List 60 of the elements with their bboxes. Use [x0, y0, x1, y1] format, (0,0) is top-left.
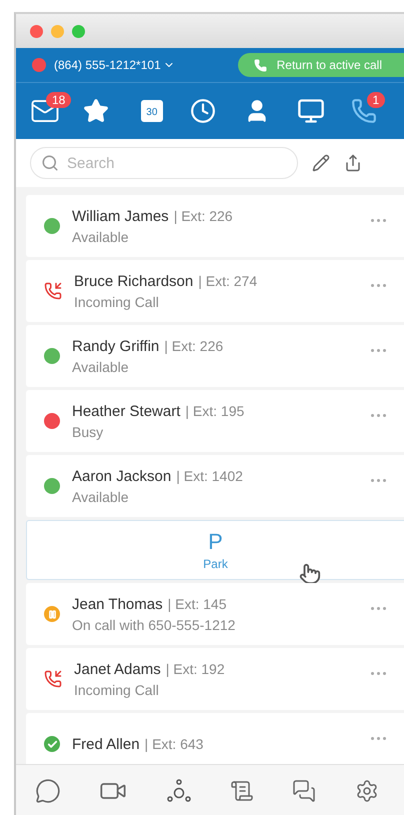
available-status-dot: [44, 478, 60, 494]
count-badge: 1: [366, 92, 386, 108]
extension-text: | Ext: 195: [185, 402, 244, 418]
status-text: Available: [72, 358, 130, 374]
check-status-icon: [44, 736, 60, 752]
contact-name: Randy Griffin: [72, 338, 160, 354]
contact-name: Fred Allen: [72, 736, 140, 752]
extension-text: | Ext: 274: [198, 272, 258, 288]
extension-text: | Ext: 226: [174, 208, 233, 224]
status-text: Available: [72, 228, 130, 244]
status-text: On call with 650-555-1212: [72, 616, 236, 632]
close-button[interactable]: [30, 24, 43, 38]
search-icon: [41, 154, 59, 172]
contact-card[interactable]: Bruce Richardson | Ext: 274 Incoming Call: [26, 260, 404, 322]
extension-text: | Ext: 192: [166, 660, 225, 676]
network-icon[interactable]: [166, 778, 192, 804]
status-text: Available: [72, 488, 130, 504]
count-badge: 18: [46, 92, 72, 108]
contact-card[interactable]: Aaron Jackson | Ext: 1402 Available: [26, 455, 404, 517]
calendar-tab[interactable]: 30: [136, 91, 190, 131]
status-text: Incoming Call: [74, 294, 160, 310]
account-number-dropdown[interactable]: (864) 555-1212*101: [54, 58, 175, 72]
contact-name: Bruce Richardson: [74, 272, 194, 290]
status-text: Busy: [72, 424, 104, 440]
contact-name: Janet Adams: [74, 660, 161, 678]
star-icon: [83, 98, 110, 124]
contact-name: Heather Stewart: [72, 402, 180, 420]
contact-name: William James: [72, 208, 169, 224]
incoming-call-icon: [44, 670, 62, 688]
settings-icon[interactable]: [354, 779, 379, 803]
contact-name: Jean Thomas: [72, 596, 163, 612]
chat-icon[interactable]: [35, 778, 62, 804]
extension-text: | Ext: 145: [168, 596, 227, 612]
available-status-dot: [44, 218, 60, 234]
contact-card[interactable]: Fred Allen | Ext: 643: [26, 713, 404, 764]
incoming-call-icon: [44, 282, 62, 300]
extension-text: | Ext: 1402: [176, 468, 243, 484]
note-icon[interactable]: [230, 779, 254, 803]
conversations-icon[interactable]: [292, 779, 316, 803]
search-field[interactable]: Search: [30, 147, 298, 179]
available-status-dot: [44, 348, 60, 364]
pencil-icon[interactable]: [312, 154, 330, 172]
contact-card[interactable]: William James | Ext: 226 Available: [26, 195, 404, 257]
contact-card[interactable]: Randy Griffin | Ext: 226 Available: [26, 325, 404, 387]
contact-card[interactable]: Heather Stewart | Ext: 195 Busy: [26, 390, 404, 452]
extension-text: | Ext: 643: [144, 736, 204, 752]
hold-status-icon: [44, 606, 60, 622]
presence-dot: [32, 58, 46, 72]
contact-card[interactable]: Janet Adams | Ext: 192 Incoming Call: [26, 648, 404, 710]
monitor-icon: [297, 97, 326, 125]
contact-name: Aaron Jackson: [72, 468, 172, 484]
phone-icon: [254, 58, 267, 72]
extension-text: | Ext: 226: [164, 338, 224, 354]
clock-icon: [190, 98, 216, 124]
status-text: Incoming Call: [74, 682, 160, 698]
mail-tab[interactable]: 18: [30, 91, 84, 131]
share-icon[interactable]: [344, 154, 362, 172]
busy-status-dot: [44, 413, 60, 429]
contact-card[interactable]: Jean Thomas | Ext: 145 On call with 650-555-1212: [26, 583, 404, 645]
phone-tab[interactable]: 1: [350, 91, 404, 131]
